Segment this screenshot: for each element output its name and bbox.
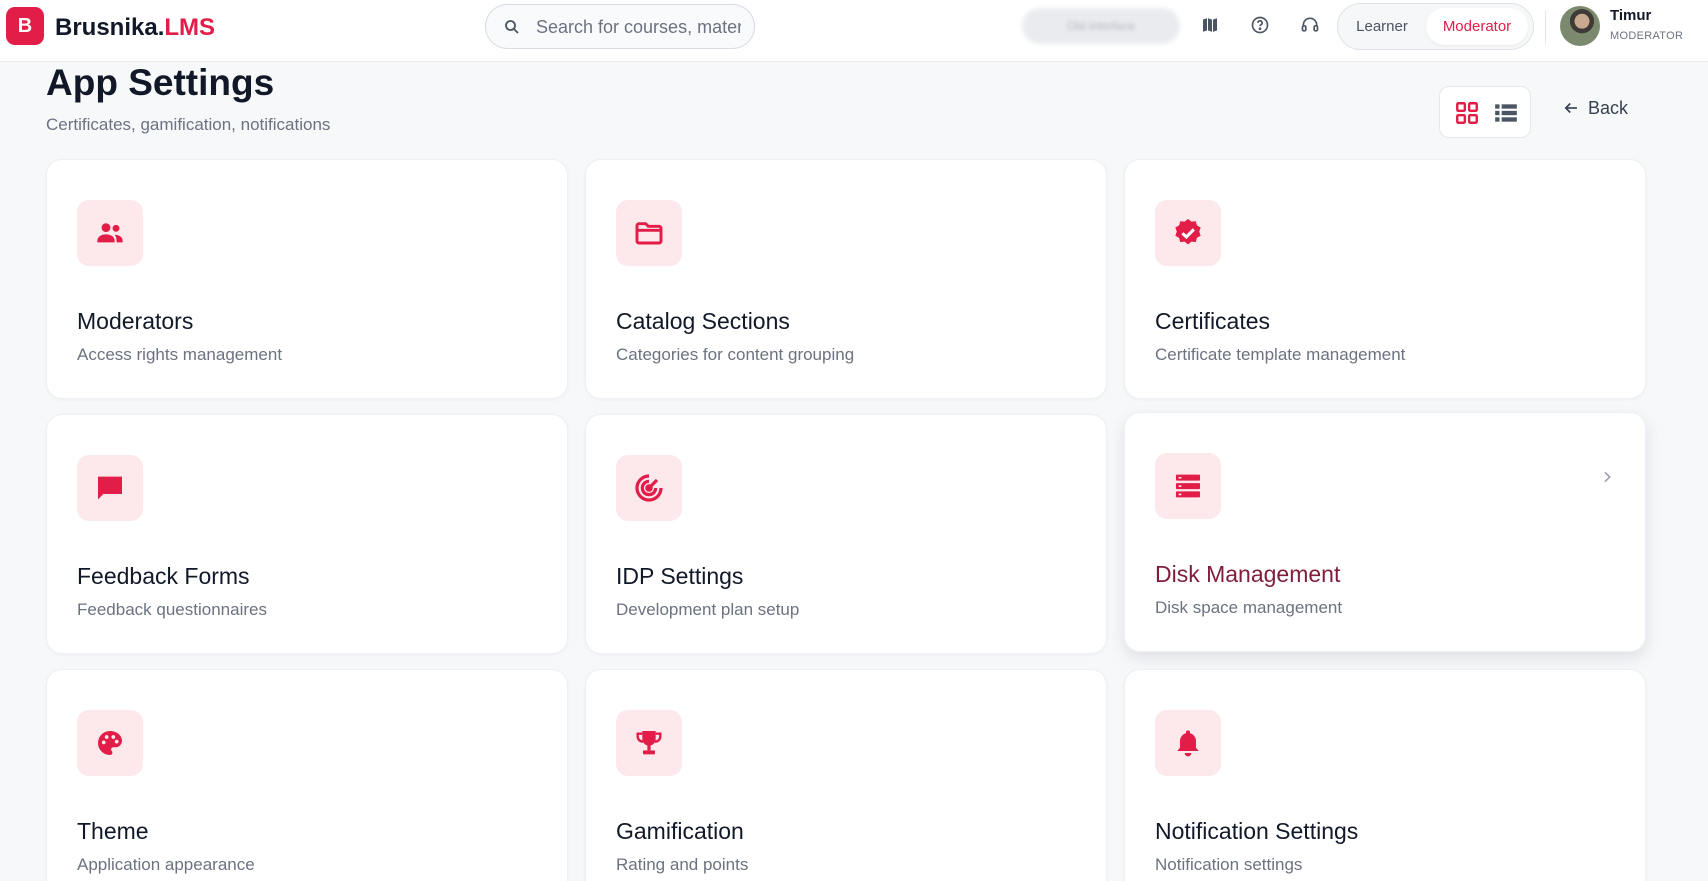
card-icon-box [1155,200,1221,266]
target-icon [635,474,663,502]
back-label: Back [1588,98,1629,118]
grid-view-icon[interactable] [1454,100,1480,126]
card-certificates[interactable]: Certificates Certificate template manage… [1124,159,1646,399]
list-view-icon[interactable] [1493,100,1519,126]
card-description: Development plan setup [616,600,800,619]
user-name[interactable]: Timur [1610,7,1651,24]
card-icon-box [616,710,682,776]
folder-icon [635,222,663,245]
card-title: Feedback Forms [77,563,250,589]
card-description: Application appearance [77,855,255,874]
arrow-left-icon [1564,102,1577,114]
bell-icon [1177,730,1199,757]
card-idp-settings[interactable]: IDP Settings Development plan setup [585,414,1107,654]
users-icon [97,223,123,243]
card-icon-box [77,710,143,776]
headset-icon[interactable] [1300,15,1320,35]
old-interface-button[interactable]: Old interface [1022,8,1180,44]
card-catalog-sections[interactable]: Catalog Sections Categories for content … [585,159,1107,399]
card-title: Disk Management [1155,561,1341,587]
role-moderator-button[interactable]: Moderator [1426,8,1528,45]
top-bar: B Brusnika.LMS Old interface Learner Mod… [0,0,1708,62]
card-gamification[interactable]: Gamification Rating and points [585,669,1107,881]
role-switch: Learner Moderator [1337,3,1534,50]
card-title: Notification Settings [1155,818,1359,844]
map-icon[interactable] [1200,15,1220,35]
user-role: MODERATOR [1610,30,1684,42]
palette-icon [98,731,122,755]
help-icon[interactable] [1250,15,1270,35]
card-title: Gamification [616,818,744,844]
card-feedback-forms[interactable]: Feedback Forms Feedback questionnaires [46,414,568,654]
card-disk-management[interactable]: Disk Management Disk space management [1124,412,1646,652]
role-learner-button[interactable]: Learner [1344,8,1420,45]
card-description: Certificate template management [1155,345,1406,364]
card-title: Catalog Sections [616,308,790,334]
search-icon [505,20,519,34]
logo-badge[interactable]: B [6,7,44,45]
back-button[interactable]: Back [1562,98,1628,126]
search-input[interactable] [536,15,741,39]
app-logo-text[interactable]: Brusnika.LMS [55,14,215,42]
card-icon-box [616,200,682,266]
card-title: Certificates [1155,308,1271,334]
card-icon-box [77,455,143,521]
card-title: Moderators [77,308,194,334]
card-description: Categories for content grouping [616,345,855,364]
chat-bubble-icon [98,476,122,500]
verified-badge-icon [1175,219,1201,245]
trophy-icon [636,731,662,755]
card-icon-box [77,200,143,266]
page-subtitle: Certificates, gamification, notification… [46,115,331,134]
card-title: IDP Settings [616,563,744,589]
avatar[interactable] [1560,6,1600,46]
card-notification-settings[interactable]: Notification Settings Notification setti… [1124,669,1646,881]
card-description: Notification settings [1155,855,1303,874]
card-description: Rating and points [616,855,749,874]
view-toggle [1439,86,1531,138]
app-name-main: Brusnika. [55,14,165,41]
card-theme[interactable]: Theme Application appearance [46,669,568,881]
card-description: Feedback questionnaires [77,600,267,619]
card-icon-box [1155,453,1221,519]
page-title: App Settings [46,62,275,103]
storage-icon [1176,474,1200,498]
header-divider [1545,10,1546,44]
search-box[interactable] [485,4,755,49]
card-title: Theme [77,818,149,844]
card-description: Access rights management [77,345,283,364]
card-description: Disk space management [1155,598,1343,617]
card-icon-box [616,455,682,521]
card-moderators[interactable]: Moderators Access rights management [46,159,568,399]
card-icon-box [1155,710,1221,776]
chevron-right-icon [1604,471,1611,483]
app-name-accent: LMS [164,14,216,41]
